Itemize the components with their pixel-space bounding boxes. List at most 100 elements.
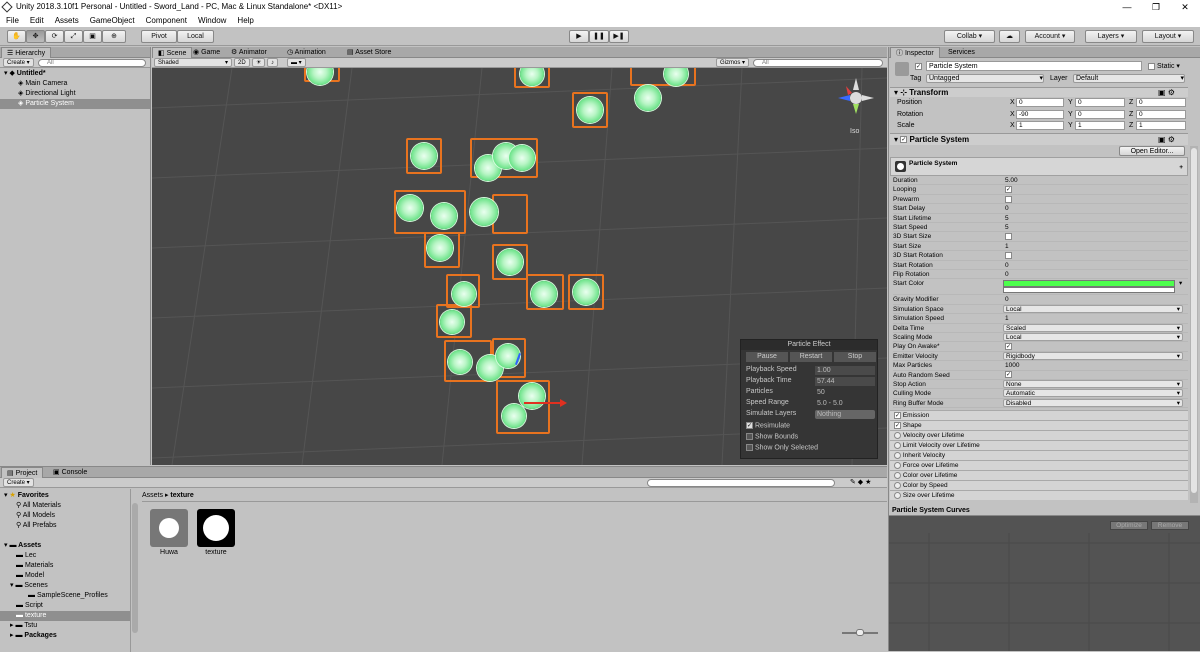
rect-tool-icon[interactable]: ▣	[83, 30, 102, 43]
pause-effect-button[interactable]: Pause	[746, 352, 788, 362]
show-only-selected-checkbox[interactable]: Show Only Selected	[746, 444, 818, 451]
breadcrumb-texture[interactable]: texture	[170, 492, 193, 499]
module-toggle-icon[interactable]	[894, 431, 901, 439]
restart-effect-button[interactable]: Restart	[790, 352, 832, 362]
menu-component[interactable]: Component	[140, 14, 192, 27]
transform-y-field[interactable]: 0	[1075, 98, 1125, 107]
playback-time-field[interactable]: 57.44	[815, 377, 875, 386]
delta-time-dropdown[interactable]: Scaled ▾	[1003, 323, 1183, 332]
curves-grid[interactable]	[889, 533, 1200, 651]
module-size-over-lifetime[interactable]: Size over Lifetime	[890, 490, 1188, 500]
static-checkbox[interactable]: Static ▾	[1148, 62, 1180, 70]
hierarchy-create-button[interactable]: Create ▾	[3, 58, 34, 67]
module-color-over-lifetime[interactable]: Color over Lifetime	[890, 470, 1188, 480]
hierarchy-item-directional-light[interactable]: ◈ Directional Light	[0, 89, 150, 99]
maximize-icon[interactable]: ❐	[1141, 0, 1171, 14]
transform-z-field[interactable]: 1	[1136, 121, 1186, 130]
folder-scenes[interactable]: ▾ ▬ Scenes	[0, 581, 48, 591]
start-speed-field[interactable]: 5	[1003, 223, 1183, 232]
module-toggle-icon[interactable]	[894, 491, 901, 499]
max-particles-field[interactable]: 1000	[1003, 361, 1183, 370]
cloud-icon[interactable]: ☁	[999, 30, 1020, 43]
stop-action-dropdown[interactable]: None ▾	[1003, 380, 1183, 388]
favorites-folder[interactable]: ▾ ★ Favorites	[0, 491, 49, 501]
3d-start-rotation-checkbox[interactable]	[1003, 251, 1183, 260]
module-emission[interactable]: ✓ Emission	[890, 410, 1188, 420]
tab-animation[interactable]: ◷ Animation	[282, 47, 331, 58]
scene-search-input[interactable]: All	[753, 59, 883, 67]
start-lifetime-field[interactable]: 5	[1003, 214, 1183, 223]
optimize-button[interactable]: Optimize	[1110, 521, 1148, 530]
menu-window[interactable]: Window	[192, 14, 231, 27]
asset-texture[interactable]	[197, 509, 235, 547]
2d-toggle[interactable]: 2D	[234, 58, 250, 67]
local-button[interactable]: Local	[177, 30, 214, 43]
filter-icons[interactable]: ✎ ◆ ★	[850, 478, 871, 486]
transform-y-field[interactable]: 0	[1075, 109, 1125, 119]
hierarchy-search-input[interactable]: All	[38, 59, 146, 67]
favorite-all-prefabs[interactable]: ⚲ All Prefabs	[0, 521, 57, 531]
favorite-all-models[interactable]: ⚲ All Models	[0, 511, 55, 521]
module-toggle-icon[interactable]: ✓	[894, 411, 901, 419]
stop-effect-button[interactable]: Stop	[834, 352, 876, 362]
packages-folder[interactable]: ▸ ▬ Packages	[0, 631, 57, 641]
hand-tool-icon[interactable]: ✋	[7, 30, 26, 43]
module-toggle-icon[interactable]	[894, 461, 901, 469]
tab-inspector[interactable]: ⓘ Inspector	[890, 47, 940, 58]
add-icon[interactable]: +	[1179, 162, 1183, 174]
module-velocity-over-lifetime[interactable]: Velocity over Lifetime	[890, 430, 1188, 440]
module-toggle-icon[interactable]: ✓	[894, 421, 901, 429]
close-icon[interactable]: ✕	[1170, 0, 1200, 14]
lighting-toggle-icon[interactable]: ☀	[252, 58, 266, 67]
module-force-over-lifetime[interactable]: Force over Lifetime	[890, 460, 1188, 470]
scene-view[interactable]: Iso Particle Effect Pause Restart Stop P…	[152, 68, 887, 465]
tab-services[interactable]: Services	[943, 47, 980, 58]
3d-start-size-checkbox[interactable]	[1003, 232, 1183, 241]
module-toggle-icon[interactable]	[894, 441, 901, 449]
auto-random-seed-checkbox[interactable]: ✓	[1003, 371, 1183, 380]
scale-tool-icon[interactable]: ⤢	[64, 30, 83, 43]
scaling-mode-dropdown[interactable]: Local ▾	[1003, 333, 1183, 341]
layout-dropdown[interactable]: Layout ▾	[1142, 30, 1194, 43]
transform-x-field[interactable]: 0	[1016, 98, 1064, 107]
project-scrollbar[interactable]	[132, 503, 138, 633]
minimize-icon[interactable]: —	[1112, 0, 1142, 14]
menu-assets[interactable]: Assets	[49, 14, 84, 27]
looping-checkbox[interactable]: ✓	[1003, 185, 1183, 194]
culling-mode-dropdown[interactable]: Automatic ▾	[1003, 389, 1183, 398]
hierarchy-item-particle-system[interactable]: ◈ Particle System	[0, 99, 150, 109]
projection-label[interactable]: Iso	[850, 128, 859, 135]
inspector-scrollbar[interactable]	[1190, 146, 1198, 503]
menu-edit[interactable]: Edit	[24, 14, 49, 27]
pause-button[interactable]: ❚❚	[589, 30, 609, 43]
tab-console[interactable]: ▣ Console	[48, 467, 92, 478]
prewarm-checkbox[interactable]	[1003, 195, 1183, 204]
transform-z-field[interactable]: 0	[1136, 109, 1186, 119]
ring-buffer-mode-dropdown[interactable]: Disabled ▾	[1003, 398, 1183, 407]
scene-root-row[interactable]: ▾ ◆ Untitled*	[0, 69, 150, 79]
start-color-swatch[interactable]	[1003, 280, 1175, 288]
tab-animator[interactable]: ⚙ Animator	[226, 47, 272, 58]
layers-dropdown[interactable]: Layers ▾	[1085, 30, 1137, 43]
project-search-input[interactable]	[647, 479, 835, 487]
gizmo-x-axis[interactable]	[524, 402, 564, 404]
transform-header[interactable]: ▾ ⊹ Transform ▣ ⚙	[890, 87, 1188, 97]
module-color-by-speed[interactable]: Color by Speed	[890, 480, 1188, 490]
folder-texture[interactable]: ▬ texture	[0, 611, 130, 621]
module-toggle-icon[interactable]	[894, 451, 901, 459]
start-rotation-field[interactable]: 0	[1003, 261, 1183, 270]
remove-button[interactable]: Remove	[1151, 521, 1189, 530]
rotate-tool-icon[interactable]: ⟳	[45, 30, 64, 43]
project-create-button[interactable]: Create ▾	[3, 478, 34, 487]
account-dropdown[interactable]: Account ▾	[1025, 30, 1075, 43]
gravity-modifier-field[interactable]: 0	[1003, 295, 1183, 304]
object-name-field[interactable]: Particle System	[926, 61, 1142, 71]
transform-tool-icon[interactable]: ⊕	[102, 30, 126, 43]
step-button[interactable]: ▶❚	[609, 30, 629, 43]
tab-asset-store[interactable]: ▤ Asset Store	[342, 47, 396, 58]
gizmo-x-arrow-icon[interactable]	[560, 399, 567, 407]
module-limit-velocity-over-lifetime[interactable]: Limit Velocity over Lifetime	[890, 440, 1188, 450]
tag-dropdown[interactable]: Untagged ▾	[926, 74, 1044, 83]
menu-file[interactable]: File	[0, 14, 24, 27]
module-shape[interactable]: ✓ Shape	[890, 420, 1188, 430]
